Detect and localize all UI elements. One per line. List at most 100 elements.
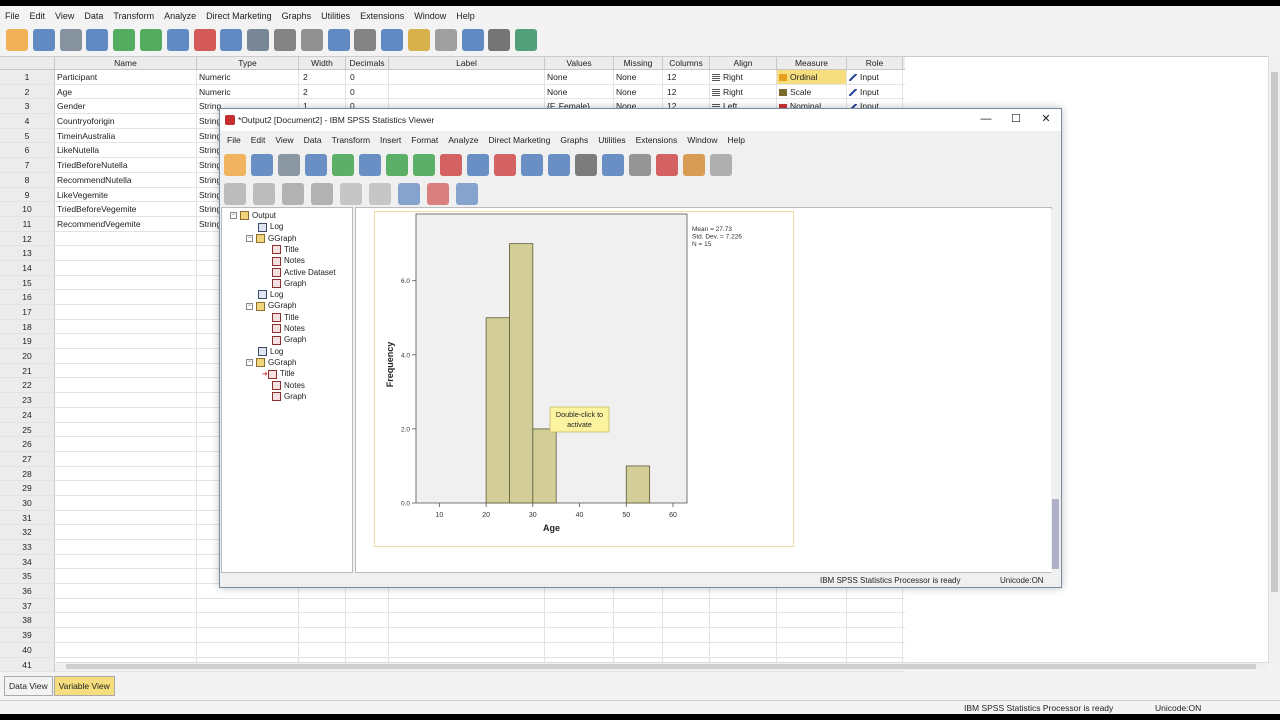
row-number[interactable]: 27	[0, 451, 55, 466]
select-last-output-icon[interactable]	[602, 154, 624, 176]
cell-name[interactable]	[55, 437, 197, 451]
outline-node-title[interactable]: Title	[272, 244, 299, 255]
menu-help[interactable]: Help	[451, 9, 480, 23]
outline-node-ggraph[interactable]: − GGraph	[246, 357, 296, 368]
row-number[interactable]: 5	[0, 128, 55, 143]
cell-measure[interactable]: Scale	[777, 84, 847, 99]
column-header-name[interactable]: Name	[55, 57, 197, 69]
row-number[interactable]: 4	[0, 114, 55, 128]
print-icon[interactable]	[59, 29, 82, 51]
cell-role[interactable]: Input	[847, 84, 903, 99]
insert-variable-icon[interactable]	[327, 29, 350, 51]
cell-align[interactable]	[710, 613, 777, 628]
column-header-label[interactable]: Label	[389, 57, 545, 69]
value-labels-icon[interactable]	[434, 29, 457, 51]
cell-values[interactable]	[545, 598, 614, 613]
save-icon[interactable]	[251, 154, 273, 176]
outline-node-ggraph[interactable]: − GGraph	[246, 300, 296, 311]
menu-file[interactable]: File	[0, 9, 25, 23]
cell-values[interactable]	[545, 642, 614, 657]
row-number[interactable]: 6	[0, 143, 55, 158]
menu-data[interactable]: Data	[79, 9, 108, 23]
menu-transform[interactable]: Transform	[108, 9, 159, 23]
cell-name[interactable]: Countryoforigin	[55, 114, 197, 128]
outline-node-notes[interactable]: Notes	[272, 255, 305, 266]
outline-node-graph[interactable]: Graph	[272, 334, 306, 345]
viewer-menu-format[interactable]: Format	[406, 133, 443, 147]
cell-name[interactable]	[55, 319, 197, 334]
dialog-recall-icon[interactable]	[86, 29, 109, 51]
row-number[interactable]: 18	[0, 319, 55, 334]
print-icon[interactable]	[278, 154, 300, 176]
cell-width[interactable]: 2	[299, 84, 346, 99]
split-file-icon[interactable]	[354, 29, 377, 51]
column-header-role[interactable]: Role	[847, 57, 903, 69]
cell-name[interactable]	[55, 422, 197, 437]
cell-name[interactable]	[55, 305, 197, 319]
column-header-width[interactable]: Width	[299, 57, 346, 69]
cell-name[interactable]	[55, 540, 197, 554]
cell-name[interactable]	[55, 363, 197, 378]
row-number[interactable]: 14	[0, 260, 55, 275]
viewer-menu-analyze[interactable]: Analyze	[443, 133, 483, 147]
outline-node-graph[interactable]: Graph	[272, 278, 306, 289]
row-number[interactable]: 29	[0, 481, 55, 495]
tab-data-view[interactable]: Data View	[4, 676, 53, 696]
show-all-icon[interactable]	[488, 29, 511, 51]
cell-name[interactable]	[55, 569, 197, 584]
cell-values[interactable]	[545, 628, 614, 642]
run-descriptives-icon[interactable]	[247, 29, 270, 51]
viewer-menu-direct-marketing[interactable]: Direct Marketing	[483, 133, 555, 147]
save-icon[interactable]	[32, 29, 55, 51]
cell-width[interactable]	[299, 642, 346, 657]
insert-cases-icon[interactable]	[300, 29, 323, 51]
row-number[interactable]: 17	[0, 305, 55, 319]
cell-missing[interactable]: None	[614, 70, 663, 84]
cell-columns[interactable]	[663, 613, 710, 628]
cell-role[interactable]	[847, 642, 903, 657]
menu-extensions[interactable]: Extensions	[355, 9, 409, 23]
menu-utilities[interactable]: Utilities	[316, 9, 355, 23]
outline-node-notes[interactable]: Notes	[272, 323, 305, 334]
cell-name[interactable]	[55, 481, 197, 495]
cell-columns[interactable]	[663, 642, 710, 657]
row-number[interactable]: 41	[0, 657, 55, 672]
cell-width[interactable]	[299, 613, 346, 628]
cell-name[interactable]: Gender	[55, 99, 197, 114]
insert-heading-icon[interactable]	[398, 183, 420, 205]
row-number[interactable]: 20	[0, 349, 55, 363]
cell-name[interactable]: Participant	[55, 70, 197, 84]
tab-variable-view[interactable]: Variable View	[53, 676, 115, 696]
go-to-variable-icon[interactable]	[193, 29, 216, 51]
cell-name[interactable]: RecommendNutella	[55, 172, 197, 187]
cell-missing[interactable]: None	[614, 84, 663, 99]
hide-icon[interactable]	[369, 183, 391, 205]
cell-decimals[interactable]: 0	[346, 70, 389, 84]
viewer-menu-extensions[interactable]: Extensions	[631, 133, 683, 147]
collapse-toggle-icon[interactable]: −	[246, 359, 253, 367]
cell-type[interactable]	[197, 598, 299, 613]
cell-width[interactable]	[299, 598, 346, 613]
minimize-icon[interactable]: —	[971, 109, 1001, 131]
cell-align[interactable]: Right	[710, 84, 777, 99]
cell-label[interactable]	[389, 613, 545, 628]
cell-name[interactable]	[55, 260, 197, 275]
redo-icon[interactable]	[413, 154, 435, 176]
row-number[interactable]: 37	[0, 598, 55, 613]
outline-node-log[interactable]: Log	[258, 346, 283, 357]
insert-heading-icon[interactable]	[683, 154, 705, 176]
viewer-menu-window[interactable]: Window	[682, 133, 722, 147]
row-number[interactable]: 33	[0, 540, 55, 554]
cell-measure[interactable]	[777, 613, 847, 628]
spell-check-icon[interactable]	[515, 29, 538, 51]
cell-measure[interactable]	[777, 628, 847, 642]
cell-align[interactable]: Right	[710, 70, 777, 84]
viewer-menu-insert[interactable]: Insert	[375, 133, 406, 147]
cell-values[interactable]: None	[545, 70, 614, 84]
cell-name[interactable]	[55, 451, 197, 466]
cell-name[interactable]	[55, 393, 197, 407]
cell-type[interactable]	[197, 642, 299, 657]
cell-type[interactable]: Numeric	[197, 84, 299, 99]
cell-name[interactable]	[55, 554, 197, 569]
cell-name[interactable]	[55, 407, 197, 422]
